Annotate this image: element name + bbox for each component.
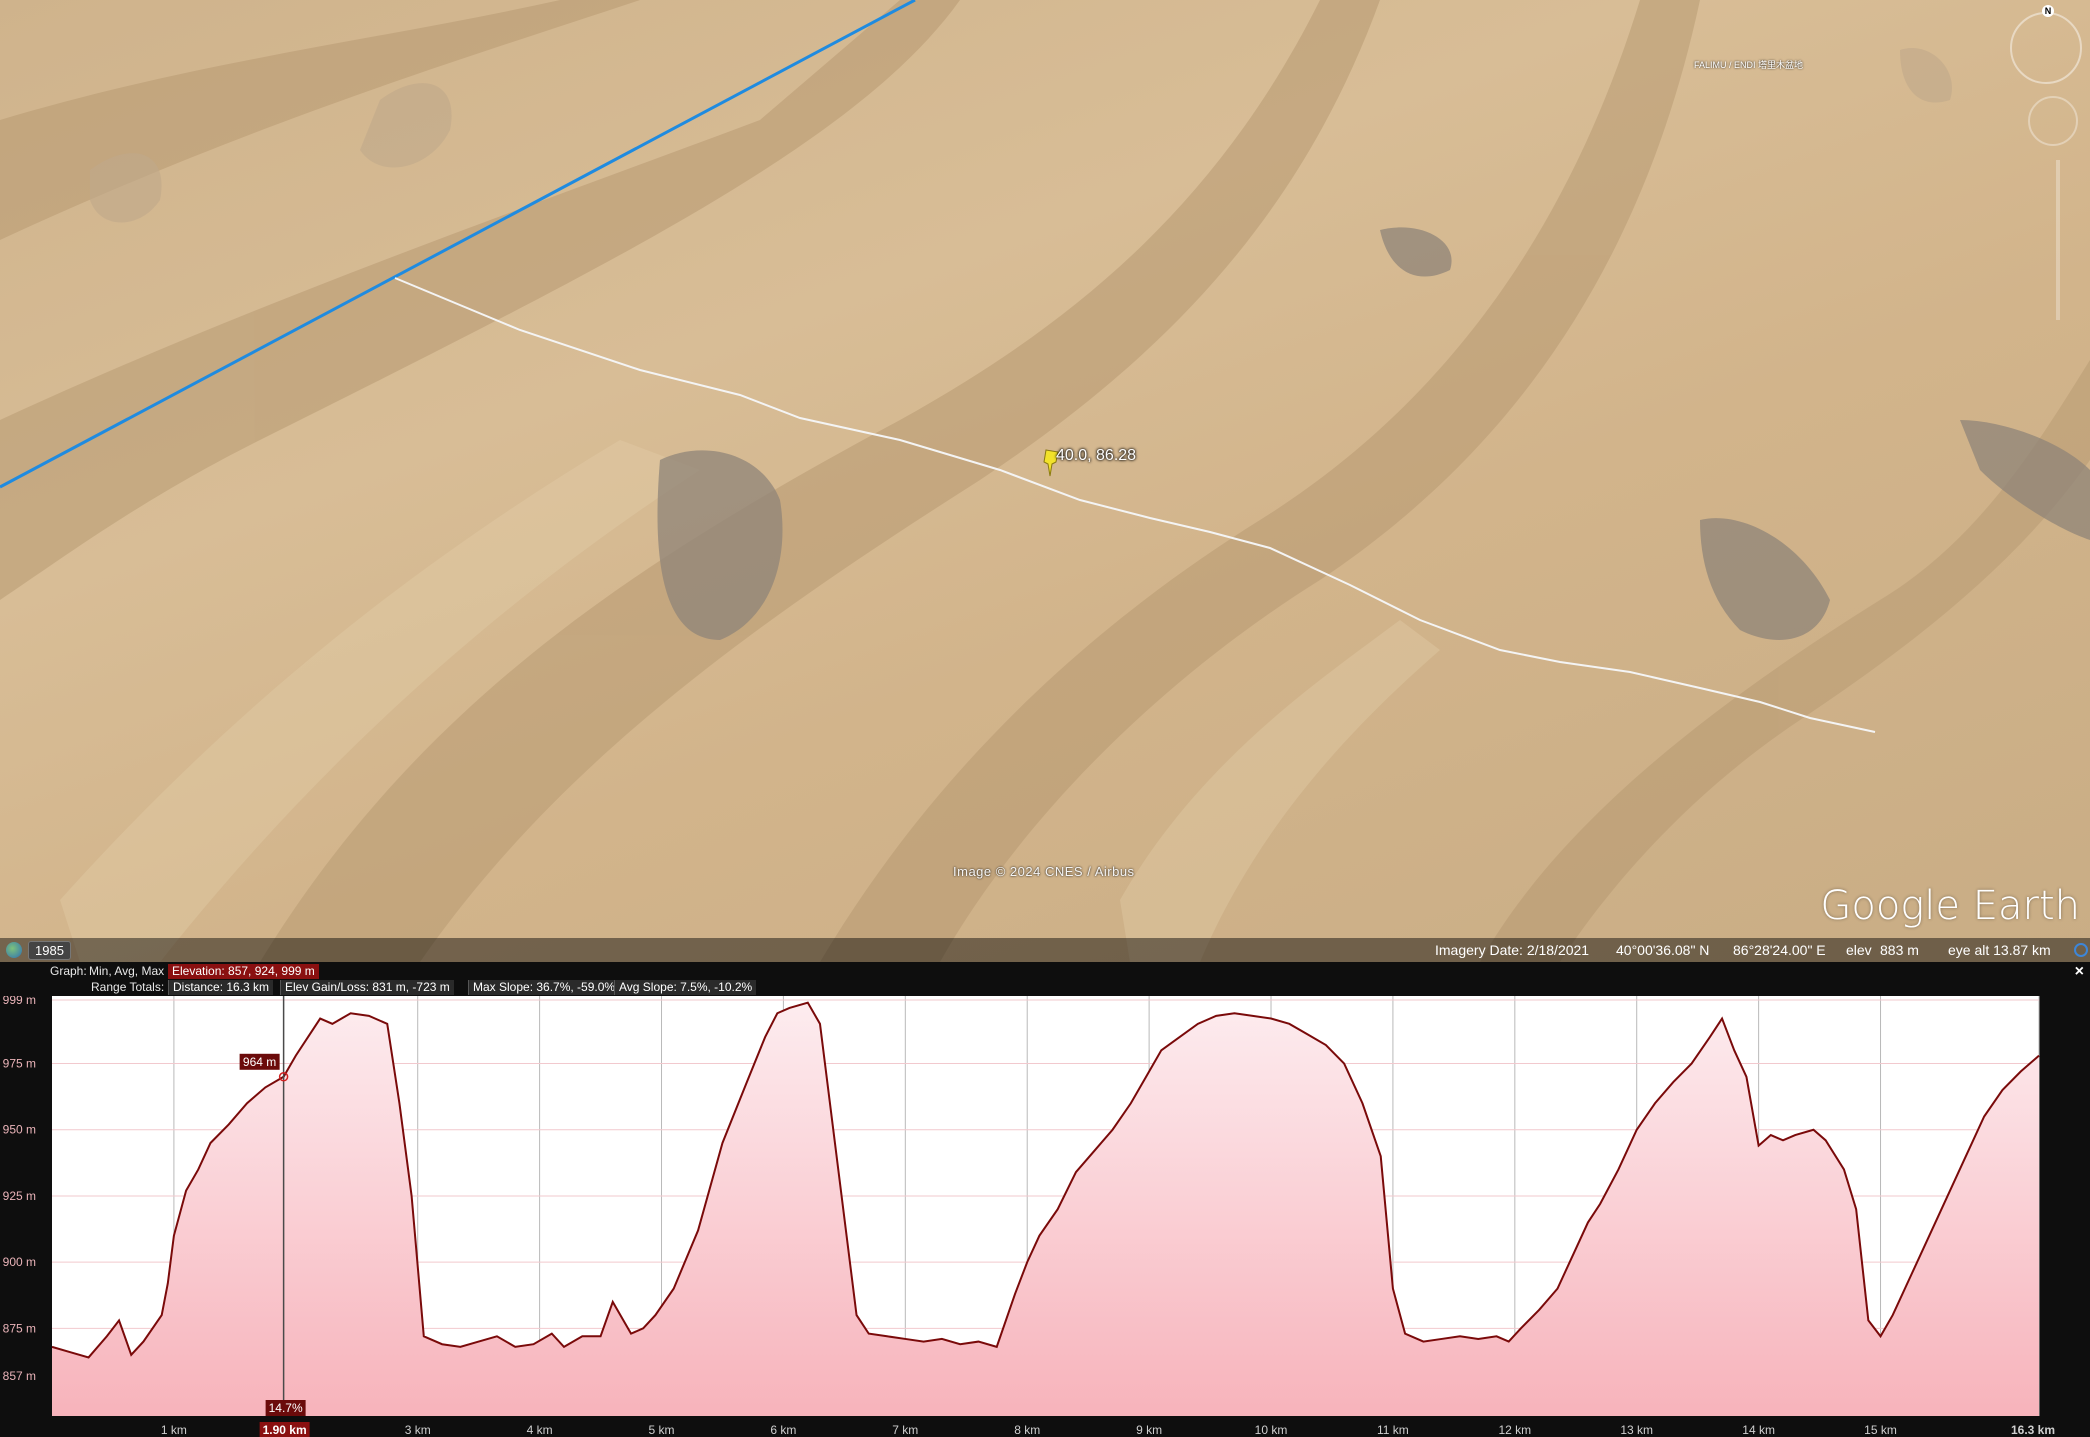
- cursor-elevation-label: 964 m: [243, 1055, 276, 1069]
- x-tick-label: 1 km: [161, 1423, 187, 1437]
- google-earth-logo: Google Earth: [1820, 883, 2080, 929]
- x-tick-label: 16.3 km: [2011, 1423, 2055, 1437]
- x-tick-label: 8 km: [1014, 1423, 1040, 1437]
- distance-total: Distance: 16.3 km: [168, 980, 274, 995]
- eye-altitude: eye alt 13.87 km: [1948, 942, 2051, 958]
- globe-icon[interactable]: [6, 942, 22, 958]
- satellite-imagery: [0, 0, 2090, 962]
- max-slope: Max Slope: 36.7%, -59.0%: [468, 980, 620, 995]
- x-tick-label: 3 km: [405, 1423, 431, 1437]
- cursor-slope-label: 14.7%: [269, 1401, 303, 1415]
- placemark-label[interactable]: 40.0, 86.28: [1056, 447, 1136, 465]
- look-joystick-icon[interactable]: [2028, 96, 2078, 146]
- x-tick-label: 11 km: [1377, 1423, 1409, 1437]
- x-tick-label: 14 km: [1742, 1423, 1775, 1437]
- x-tick-label: 5 km: [649, 1423, 675, 1437]
- x-tick-label: 4 km: [527, 1423, 553, 1437]
- map-view[interactable]: 40.0, 86.28 FALIMU / ENDI 塔里木盆地 Image © …: [0, 0, 2090, 962]
- graph-label: Graph:: [50, 964, 87, 978]
- compass-icon[interactable]: [2010, 12, 2082, 84]
- historical-imagery-year[interactable]: 1985: [28, 941, 71, 960]
- x-tick-label: 10 km: [1255, 1423, 1288, 1437]
- y-tick-label: 925 m: [3, 1189, 36, 1203]
- x-tick-label: 15 km: [1864, 1423, 1897, 1437]
- y-tick-label: 975 m: [3, 1057, 36, 1071]
- elev-gain-loss: Elev Gain/Loss: 831 m, -723 m: [280, 980, 454, 995]
- latitude-readout: 40°00'36.08" N: [1616, 942, 1710, 958]
- y-tick-label: 875 m: [3, 1321, 36, 1335]
- longitude-readout: 86°28'24.00" E: [1733, 942, 1826, 958]
- range-totals-label: Range Totals:: [91, 980, 165, 994]
- y-tick-label: 999 m: [3, 996, 36, 1007]
- elevation-chart[interactable]: 999 m 975 m 950 m 925 m 900 m 875 m 857 m 1 km 3…: [0, 996, 2090, 1437]
- close-icon[interactable]: ×: [2075, 963, 2084, 981]
- y-tick-label: 900 m: [3, 1255, 36, 1269]
- graph-mode[interactable]: Min, Avg, Max: [89, 964, 164, 978]
- x-tick-label: 12 km: [1498, 1423, 1531, 1437]
- status-bar: Imagery Date: 2/18/2021 40°00'36.08" N 8…: [0, 938, 2090, 962]
- boundary-line: [0, 0, 916, 489]
- zoom-slider-icon[interactable]: [2056, 160, 2060, 320]
- place-label: FALIMU / ENDI 塔里木盆地: [1694, 60, 1804, 70]
- x-tick-label: 13 km: [1620, 1423, 1653, 1437]
- y-tick-label: 950 m: [3, 1123, 36, 1137]
- cursor-distance-label: 1.90 km: [263, 1423, 307, 1437]
- avg-slope: Avg Slope: 7.5%, -10.2%: [614, 980, 757, 995]
- imagery-date: Imagery Date: 2/18/2021: [1435, 942, 1590, 958]
- x-tick-label: 7 km: [892, 1423, 918, 1437]
- elevation-profile-panel: Graph: Min, Avg, Max Elevation: 857, 924…: [0, 962, 2090, 1437]
- y-tick-label: 857 m: [3, 1369, 36, 1383]
- navigation-icon[interactable]: [2074, 943, 2088, 957]
- elevation-label: elev: [1846, 942, 1872, 958]
- range-totals-row: Range Totals: Distance: 16.3 km Elev Gai…: [0, 980, 2090, 996]
- graph-row: Graph: Min, Avg, Max Elevation: 857, 924…: [0, 964, 2090, 980]
- compass-north-indicator[interactable]: N: [2042, 5, 2054, 17]
- x-tick-label: 6 km: [770, 1423, 796, 1437]
- imagery-copyright: Image © 2024 CNES / Airbus: [953, 864, 1135, 879]
- x-tick-label: 9 km: [1136, 1423, 1162, 1437]
- elevation-readout: 883 m: [1880, 942, 1919, 958]
- elevation-badge: Elevation: 857, 924, 999 m: [168, 964, 319, 979]
